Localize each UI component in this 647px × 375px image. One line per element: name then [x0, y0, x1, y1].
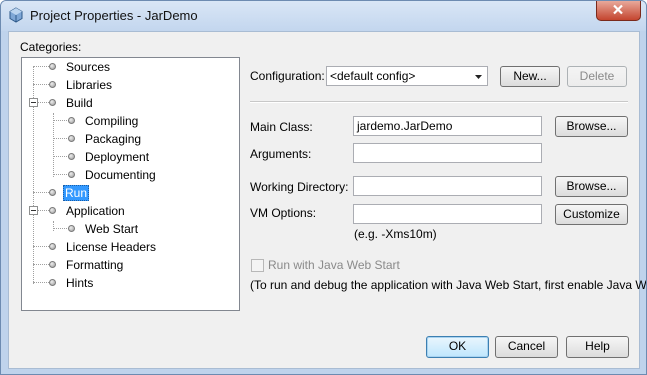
delete-config-button[interactable]: Delete [567, 66, 627, 87]
vm-options-label: VM Options: [250, 206, 317, 220]
categories-tree[interactable]: Sources Libraries Build Compiling Packag… [21, 57, 240, 311]
new-config-button[interactable]: New... [500, 66, 560, 87]
main-class-field[interactable]: jardemo.JarDemo [353, 116, 542, 136]
category-packaging[interactable]: Packaging [83, 130, 143, 148]
tree-node-bullet-icon [49, 63, 56, 70]
category-application[interactable]: Application [64, 202, 127, 220]
arguments-field[interactable] [353, 143, 542, 163]
chevron-down-icon [470, 67, 487, 85]
cancel-button[interactable]: Cancel [495, 336, 558, 358]
tree-node-bullet-icon [49, 81, 56, 88]
tree-node-bullet-icon [49, 261, 56, 268]
category-build[interactable]: Build [64, 94, 95, 112]
category-hints[interactable]: Hints [64, 274, 95, 292]
title-bar[interactable]: Project Properties - JarDemo [1, 1, 646, 31]
tree-node-bullet-icon [68, 153, 75, 160]
close-button[interactable] [596, 1, 641, 21]
dialog-content: Categories: Sources Libraries Build Comp… [8, 31, 646, 369]
window-title: Project Properties - JarDemo [30, 8, 198, 23]
main-class-browse-button[interactable]: Browse... [555, 116, 628, 137]
working-directory-browse-button[interactable]: Browse... [555, 176, 628, 197]
tree-node-bullet-icon [49, 243, 56, 250]
configuration-selected-value: <default config> [330, 69, 416, 83]
category-web-start[interactable]: Web Start [83, 220, 140, 238]
ok-button[interactable]: OK [426, 336, 489, 358]
tree-node-bullet-icon [68, 117, 75, 124]
category-sources[interactable]: Sources [64, 58, 112, 76]
separator [250, 101, 628, 103]
category-formatting[interactable]: Formatting [64, 256, 125, 274]
category-documenting[interactable]: Documenting [83, 166, 158, 184]
category-run[interactable]: Run [63, 184, 90, 202]
tree-node-bullet-icon [68, 135, 75, 142]
configuration-label: Configuration: [250, 69, 325, 83]
tree-node-bullet-icon [49, 279, 56, 286]
arguments-label: Arguments: [250, 147, 312, 161]
category-libraries[interactable]: Libraries [64, 76, 114, 94]
configuration-select[interactable]: <default config> [326, 66, 488, 86]
tree-node-bullet-icon [49, 99, 56, 106]
help-button[interactable]: Help [566, 336, 629, 358]
run-with-web-start-label: Run with Java Web Start [268, 258, 400, 272]
close-icon [613, 4, 623, 15]
project-properties-dialog: Project Properties - JarDemo Categories:… [0, 0, 647, 375]
vm-options-field[interactable] [353, 204, 542, 224]
categories-label: Categories: [20, 40, 82, 54]
collapse-build-icon[interactable] [29, 98, 38, 107]
tree-node-bullet-icon [68, 225, 75, 232]
tree-node-bullet-icon [68, 171, 75, 178]
customize-button[interactable]: Customize [555, 204, 628, 225]
vm-options-hint: (e.g. -Xms10m) [354, 227, 437, 241]
web-start-note: (To run and debug the application with J… [250, 278, 647, 292]
collapse-application-icon[interactable] [29, 206, 38, 215]
netbeans-app-icon [9, 7, 23, 23]
tree-node-bullet-icon [49, 207, 56, 214]
working-directory-field[interactable] [353, 176, 542, 196]
category-license-headers[interactable]: License Headers [64, 238, 158, 256]
category-compiling[interactable]: Compiling [83, 112, 140, 130]
run-with-web-start-checkbox[interactable] [251, 259, 264, 272]
category-deployment[interactable]: Deployment [83, 148, 151, 166]
main-class-label: Main Class: [250, 120, 313, 134]
working-directory-label: Working Directory: [250, 180, 349, 194]
tree-node-bullet-icon [49, 189, 56, 196]
